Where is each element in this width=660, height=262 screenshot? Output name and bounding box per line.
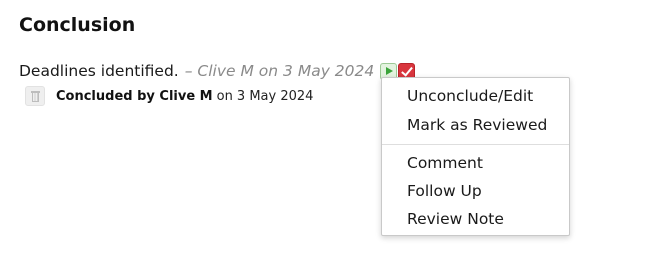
menu-divider xyxy=(382,144,569,145)
conclusion-text: Deadlines identified. xyxy=(19,62,179,80)
conclusion-meta: – Clive M on 3 May 2024 xyxy=(184,62,375,80)
menu-item-mark-as-reviewed[interactable]: Mark as Reviewed xyxy=(407,115,547,135)
context-menu: Unconclude/Edit Mark as Reviewed Comment… xyxy=(381,77,570,236)
conclusion-line: Deadlines identified. – Clive M on 3 May… xyxy=(19,60,416,82)
concluded-by: Concluded by Clive M xyxy=(56,88,213,104)
menu-item-review-note[interactable]: Review Note xyxy=(407,209,504,229)
menu-item-follow-up[interactable]: Follow Up xyxy=(407,181,482,201)
menu-item-unconclude-edit[interactable]: Unconclude/Edit xyxy=(407,86,533,106)
section-title: Conclusion xyxy=(19,14,136,36)
concluded-date: on 3 May 2024 xyxy=(216,88,314,104)
concluded-row: Concluded by Clive M on 3 May 2024 xyxy=(25,86,313,106)
menu-item-comment[interactable]: Comment xyxy=(407,153,483,173)
trash-icon[interactable] xyxy=(25,86,45,106)
